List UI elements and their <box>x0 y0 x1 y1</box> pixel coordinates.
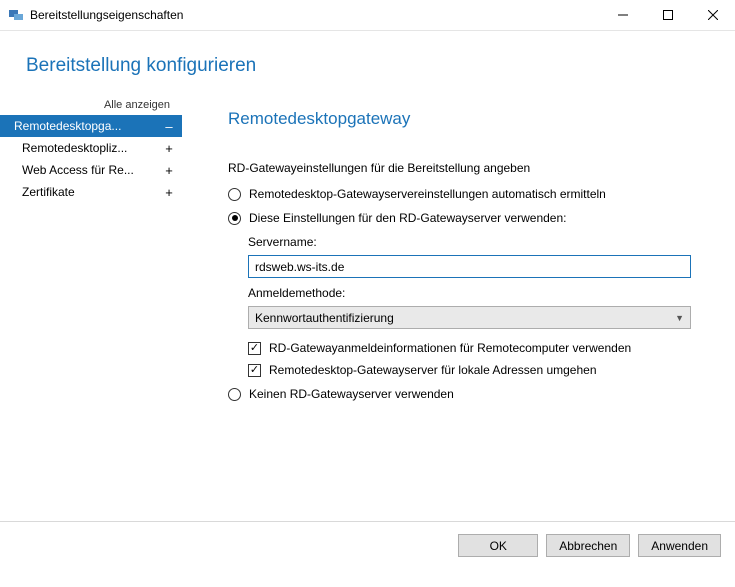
close-button[interactable] <box>690 0 735 30</box>
sidebar-item-remotedesktop-licensing[interactable]: Remotedesktopliz... + <box>0 137 182 159</box>
sidebar-item-label: Remotedesktopliz... <box>22 141 127 155</box>
intro-text: RD-Gatewayeinstellungen für die Bereitst… <box>228 161 691 175</box>
auth-method-select[interactable]: Kennwortauthentifizierung ▼ <box>248 306 691 329</box>
section-title: Remotedesktopgateway <box>228 109 691 129</box>
expand-icon[interactable]: + <box>162 142 176 155</box>
page-header: Bereitstellung konfigurieren <box>0 31 735 91</box>
servername-input[interactable] <box>248 255 691 278</box>
page-title: Bereitstellung konfigurieren <box>26 55 735 77</box>
app-icon <box>8 7 24 23</box>
expand-icon[interactable]: + <box>162 186 176 199</box>
auth-method-label: Anmeldemethode: <box>248 286 691 300</box>
expand-icon[interactable]: + <box>162 164 176 177</box>
checkbox-label: Remotedesktop-Gatewayserver für lokale A… <box>269 363 597 377</box>
collapse-icon[interactable]: – <box>162 120 176 133</box>
radio-icon <box>228 212 241 225</box>
cancel-button[interactable]: Abbrechen <box>546 534 630 557</box>
sidebar-item-remotedesktop-gateway[interactable]: Remotedesktopga... – <box>0 115 182 137</box>
chevron-down-icon: ▼ <box>675 313 684 323</box>
radio-icon <box>228 188 241 201</box>
dialog-footer: OK Abbrechen Anwenden <box>0 521 735 569</box>
ok-button[interactable]: OK <box>458 534 538 557</box>
main-panel: Remotedesktopgateway RD-Gatewayeinstellu… <box>182 91 735 521</box>
window-title: Bereitstellungseigenschaften <box>30 8 183 22</box>
sidebar: Alle anzeigen Remotedesktopga... – Remot… <box>0 91 182 521</box>
radio-option-none[interactable]: Keinen RD-Gatewayserver verwenden <box>228 387 691 401</box>
titlebar: Bereitstellungseigenschaften <box>0 0 735 30</box>
show-all-link[interactable]: Alle anzeigen <box>0 99 182 115</box>
sidebar-item-label: Zertifikate <box>22 185 75 199</box>
radio-option-use-these[interactable]: Diese Einstellungen für den RD-Gatewayse… <box>228 211 691 225</box>
checkbox-label: RD-Gatewayanmeldeinformationen für Remot… <box>269 341 631 355</box>
maximize-button[interactable] <box>645 0 690 30</box>
minimize-button[interactable] <box>600 0 645 30</box>
sidebar-item-label: Web Access für Re... <box>22 163 134 177</box>
select-value: Kennwortauthentifizierung <box>255 311 394 325</box>
checkbox-bypass-local[interactable]: Remotedesktop-Gatewayserver für lokale A… <box>248 363 691 377</box>
checkbox-icon <box>248 342 261 355</box>
radio-icon <box>228 388 241 401</box>
servername-label: Servername: <box>248 235 691 249</box>
sidebar-item-label: Remotedesktopga... <box>14 119 121 133</box>
radio-label: Remotedesktop-Gatewayservereinstellungen… <box>249 187 606 201</box>
checkbox-use-gateway-credentials[interactable]: RD-Gatewayanmeldeinformationen für Remot… <box>248 341 691 355</box>
checkbox-icon <box>248 364 261 377</box>
sidebar-item-web-access[interactable]: Web Access für Re... + <box>0 159 182 181</box>
apply-button[interactable]: Anwenden <box>638 534 721 557</box>
sidebar-item-certificates[interactable]: Zertifikate + <box>0 181 182 203</box>
radio-label: Keinen RD-Gatewayserver verwenden <box>249 387 454 401</box>
radio-label: Diese Einstellungen für den RD-Gatewayse… <box>249 211 567 225</box>
radio-option-auto[interactable]: Remotedesktop-Gatewayservereinstellungen… <box>228 187 691 201</box>
